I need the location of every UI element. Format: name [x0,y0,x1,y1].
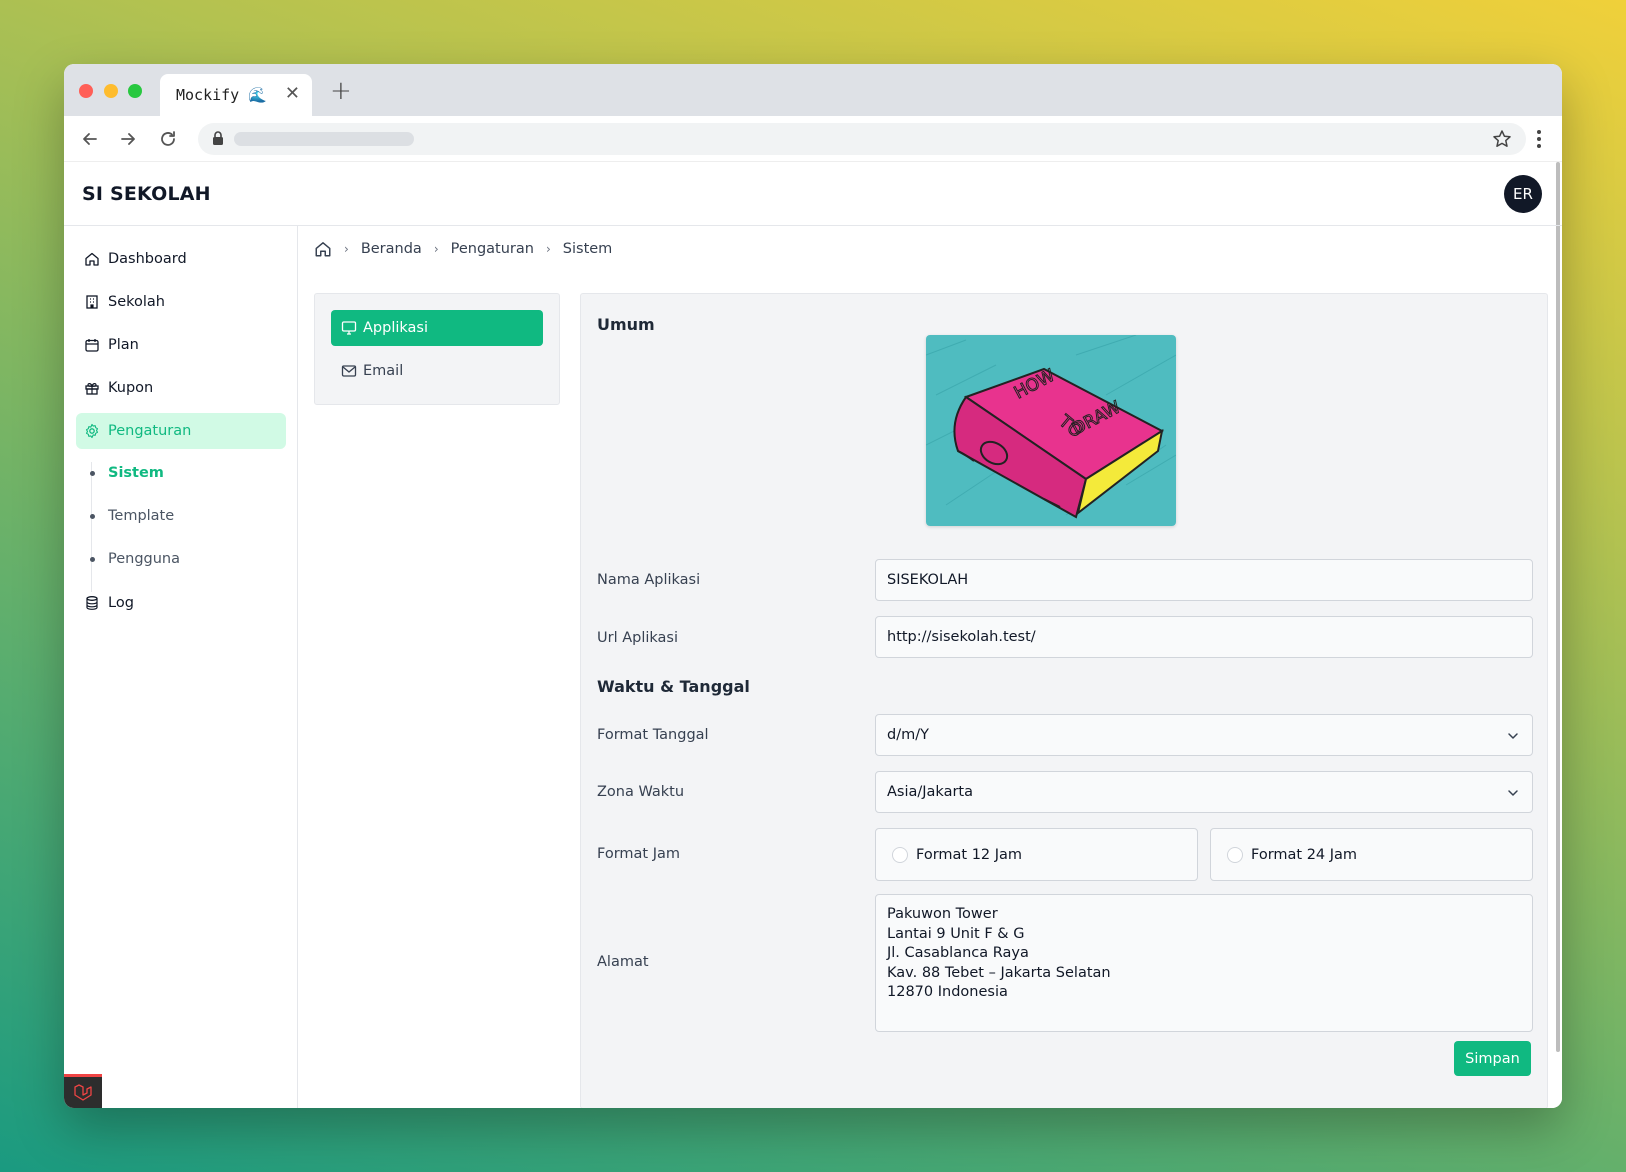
breadcrumb-item-beranda[interactable]: Beranda [361,241,422,257]
section-title-umum: Umum [597,315,655,334]
bookmark-star-icon[interactable] [1492,129,1512,149]
chevron-right-icon: › [433,242,439,256]
sidebar-subitem-pengguna[interactable]: Pengguna [90,551,180,567]
sidebar-subitem-sistem[interactable]: Sistem [90,465,164,481]
main-content: › Beranda › Pengaturan › Sistem Applikas… [298,226,1562,1108]
app-brand[interactable]: SI SEKOLAH [82,183,211,205]
settings-menu: Applikasi Email [314,293,560,405]
new-tab-button[interactable]: + [330,76,352,106]
subitem-dot [90,513,95,519]
address-bar[interactable] [198,123,1526,155]
sidebar-item-label: Pengaturan [108,423,192,439]
radio-button[interactable] [1227,846,1243,863]
app-name-label: Nama Aplikasi [597,572,701,588]
breadcrumb-item-pengaturan[interactable]: Pengaturan [451,241,534,257]
building-icon [86,295,98,309]
home-icon [85,252,99,266]
sidebar-item-plan[interactable]: Plan [76,327,286,363]
date-format-select[interactable]: d/m/Y [875,714,1533,756]
sidebar-item-kupon[interactable]: Kupon [76,370,286,406]
subitem-dot [90,556,95,562]
browser-menu-icon[interactable] [1536,129,1542,149]
chevron-right-icon: › [344,242,349,256]
mail-icon [341,365,357,377]
sidebar-item-log[interactable]: Log [76,585,286,621]
settings-tab-applikasi[interactable]: Applikasi [331,310,543,346]
lock-icon [213,131,223,145]
sidebar-item-label: Kupon [108,380,154,396]
app-logo-image[interactable]: HOW TO DRAW [926,335,1176,526]
maximize-window-button[interactable] [128,84,142,98]
gift-icon [85,383,99,395]
settings-tab-label: Applikasi [363,320,428,336]
back-arrow-icon[interactable] [80,129,100,149]
subitem-label: Pengguna [108,551,181,567]
chevron-right-icon: › [545,242,551,256]
time-format-label: Format Jam [597,846,680,862]
close-window-button[interactable] [79,84,93,98]
browser-titlebar: Mockify 🌊 ✕ + [64,64,1562,116]
browser-toolbar [64,116,1562,162]
url-placeholder-bar [234,132,414,146]
reload-icon[interactable] [158,129,178,149]
app-url-label: Url Aplikasi [597,630,679,646]
settings-form-card: Umum HOW TO DRAW Nama Aplikasi SISEKOLAH… [580,293,1548,1108]
app-viewport: SI SEKOLAH ER Dashboard Sekolah Plan Kup… [64,162,1562,1108]
subitem-label: Template [108,508,175,524]
chevron-down-icon [1508,790,1518,796]
sidebar-item-dashboard[interactable]: Dashboard [76,241,286,277]
settings-tab-email[interactable]: Email [331,353,543,389]
radio-button[interactable] [892,846,908,863]
timezone-label: Zona Waktu [597,784,685,800]
subnav-line [91,462,92,592]
breadcrumb-item-sistem: Sistem [562,241,613,257]
timezone-select[interactable]: Asia/Jakarta [875,771,1533,813]
sidebar-item-label: Log [108,595,134,611]
timezone-value: Asia/Jakarta [887,784,973,800]
sidebar-item-pengaturan[interactable]: Pengaturan [76,413,286,449]
subitem-dot [90,470,95,476]
sidebar-subitem-template[interactable]: Template [90,508,174,524]
book-illustration: HOW TO DRAW [926,335,1176,526]
save-button[interactable]: Simpan [1454,1041,1531,1076]
date-format-label: Format Tanggal [597,727,709,743]
sidebar-item-sekolah[interactable]: Sekolah [76,284,286,320]
address-textarea[interactable]: Pakuwon Tower Lantai 9 Unit F & G Jl. Ca… [875,894,1533,1032]
app-header: SI SEKOLAH ER [64,162,1562,226]
minimize-window-button[interactable] [104,84,118,98]
browser-tab[interactable]: Mockify 🌊 ✕ [160,74,312,116]
chevron-down-icon [1508,733,1518,739]
home-icon[interactable] [314,240,332,258]
app-url-input[interactable]: http://sisekolah.test/ [875,616,1533,658]
sidebar: Dashboard Sekolah Plan Kupon Pengaturan [64,226,298,1108]
sidebar-item-label: Dashboard [108,251,187,267]
laravel-debug-badge[interactable] [64,1074,102,1108]
address-label: Alamat [597,954,649,970]
user-avatar[interactable]: ER [1504,175,1542,213]
browser-window: Mockify 🌊 ✕ + SI SEKOLAH ER Dashboard Se… [64,64,1562,1108]
time-format-12-option[interactable]: Format 12 Jam [875,828,1198,881]
section-title-waktu: Waktu & Tanggal [597,677,750,696]
gear-icon [85,423,99,439]
radio-label: Format 24 Jam [1251,846,1358,863]
database-icon [86,596,98,610]
radio-label: Format 12 Jam [916,846,1023,863]
forward-arrow-icon[interactable] [118,129,138,149]
subitem-label: Sistem [108,465,164,481]
time-format-24-option[interactable]: Format 24 Jam [1210,828,1533,881]
settings-tab-label: Email [363,363,404,379]
monitor-icon [341,321,357,335]
sidebar-item-label: Sekolah [108,294,165,310]
laravel-logo-icon [74,1083,92,1101]
app-name-input[interactable]: SISEKOLAH [875,559,1533,601]
breadcrumb: › Beranda › Pengaturan › Sistem [314,240,612,258]
tab-close-icon[interactable]: ✕ [285,83,300,104]
date-format-value: d/m/Y [887,727,929,743]
sidebar-item-label: Plan [108,337,139,353]
calendar-icon [85,339,99,352]
tab-title: Mockify 🌊 [176,86,267,104]
